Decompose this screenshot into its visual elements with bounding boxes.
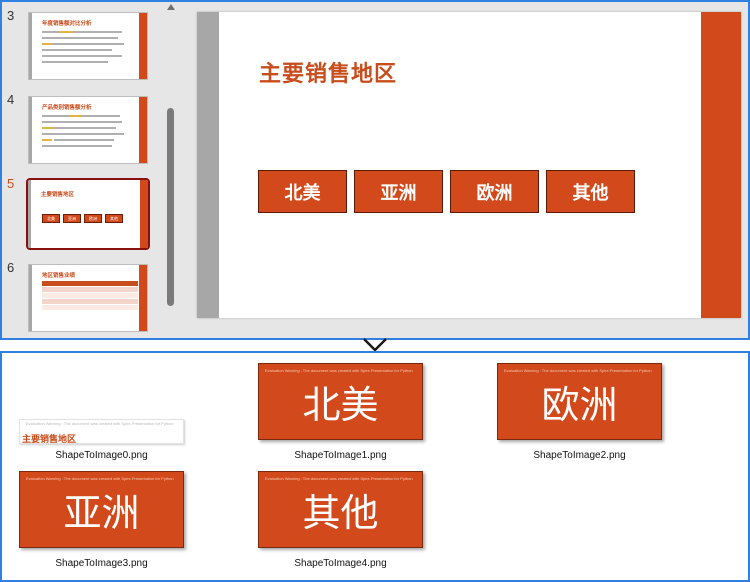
thumb-highlight bbox=[59, 31, 73, 33]
thumb-text-line bbox=[42, 37, 118, 39]
thumb-region-box: 其他 bbox=[105, 214, 123, 223]
thumb-right-bar bbox=[139, 265, 147, 331]
region-box-other[interactable]: 其他 bbox=[546, 170, 635, 213]
slide-number: 5 bbox=[7, 176, 15, 191]
thumb-table bbox=[42, 281, 138, 311]
thumb-title: 地区销售业绩 bbox=[42, 273, 76, 279]
thumb-region-box: 亚洲 bbox=[63, 214, 81, 223]
thumb-text-line bbox=[42, 49, 112, 51]
file-name[interactable]: ShapeToImage4.png bbox=[258, 558, 423, 569]
thumb-text-line bbox=[42, 115, 120, 117]
thumb-text-line bbox=[42, 121, 122, 123]
thumb-region-box: 欧洲 bbox=[84, 214, 102, 223]
thumb-text-line bbox=[42, 133, 124, 135]
file-thumbnail-1[interactable]: Evaluation Warning : The document was cr… bbox=[258, 363, 423, 440]
thumb-left-bar bbox=[29, 97, 32, 163]
file-thumbnail-3[interactable]: Evaluation Warning : The document was cr… bbox=[19, 471, 184, 548]
thumb-table-row bbox=[42, 299, 138, 304]
file-name[interactable]: ShapeToImage2.png bbox=[497, 450, 662, 461]
thumb-left-bar bbox=[29, 13, 32, 79]
watermark-text: Evaluation Warning : The document was cr… bbox=[26, 421, 174, 426]
file-image-text: 北美 bbox=[302, 383, 379, 427]
thumb-title: 产品类别销售额分析 bbox=[42, 105, 92, 111]
output-files-panel: Evaluation Warning : The document was cr… bbox=[0, 351, 750, 582]
thumb-table-header bbox=[42, 281, 138, 286]
thumb-text-line bbox=[54, 139, 114, 141]
file-thumbnail-2[interactable]: Evaluation Warning : The document was cr… bbox=[497, 363, 662, 440]
thumb-highlight bbox=[42, 43, 52, 45]
thumb-title: 主要销售地区 bbox=[41, 192, 75, 198]
file-name[interactable]: ShapeToImage1.png bbox=[258, 450, 423, 461]
file-image-text: 其他 bbox=[302, 491, 379, 535]
thumb-left-bar bbox=[29, 265, 32, 331]
scroll-up-icon[interactable] bbox=[167, 4, 175, 10]
file-thumbnail-0[interactable]: Evaluation Warning : The document was cr… bbox=[19, 419, 184, 444]
slide-thumbnail-5[interactable]: 主要销售地区 北美 亚洲 欧洲 其他 bbox=[26, 178, 150, 250]
file-image-text: 欧洲 bbox=[541, 383, 618, 427]
file-name[interactable]: ShapeToImage3.png bbox=[19, 558, 184, 569]
thumb-right-bar bbox=[139, 97, 147, 163]
slide-number: 3 bbox=[7, 8, 15, 23]
thumb-region-box: 北美 bbox=[42, 214, 60, 223]
slide-thumbnail-3[interactable]: 年度销售额对比分析 bbox=[28, 12, 148, 80]
thumbnail-scrollbar[interactable] bbox=[164, 2, 178, 338]
thumb-text-line bbox=[42, 61, 108, 63]
thumb-text-line bbox=[42, 43, 124, 45]
slide-thumbnail-6[interactable]: 地区销售业绩 bbox=[28, 264, 148, 332]
file-name[interactable]: ShapeToImage0.png bbox=[19, 450, 184, 461]
current-slide[interactable]: 主要销售地区 北美 亚洲 欧洲 其他 bbox=[197, 12, 741, 318]
presentation-editor: 3 年度销售额对比分析 4 产品类别销售额分析 5 主要销售地区 北美 亚洲 欧… bbox=[0, 0, 750, 340]
slide-thumbnail-4[interactable]: 产品类别销售额分析 bbox=[28, 96, 148, 164]
thumb-region-boxes: 北美 亚洲 欧洲 其他 bbox=[42, 214, 123, 223]
scrollbar-thumb[interactable] bbox=[167, 108, 174, 306]
file-thumbnail-4[interactable]: Evaluation Warning : The document was cr… bbox=[258, 471, 423, 548]
slide-thumbnail-panel: 3 年度销售额对比分析 4 产品类别销售额分析 5 主要销售地区 北美 亚洲 欧… bbox=[2, 2, 162, 338]
file-image-text: 亚洲 bbox=[63, 491, 140, 535]
thumb-table-row bbox=[42, 293, 138, 298]
region-box-asia[interactable]: 亚洲 bbox=[354, 170, 443, 213]
thumb-right-bar bbox=[140, 180, 148, 248]
slide-left-bar bbox=[197, 12, 219, 318]
thumb-left-bar bbox=[28, 180, 31, 248]
slide-title[interactable]: 主要销售地区 bbox=[259, 56, 397, 88]
thumb-table-row bbox=[42, 305, 138, 310]
thumb-right-bar bbox=[139, 13, 147, 79]
thumb-text-line bbox=[42, 145, 112, 147]
region-box-europe[interactable]: 欧洲 bbox=[450, 170, 539, 213]
thumb-highlight bbox=[42, 139, 52, 141]
file-image-text: 主要销售地区 bbox=[22, 435, 77, 444]
thumb-highlight bbox=[69, 115, 81, 117]
slide-right-bar bbox=[701, 12, 741, 318]
thumb-text-line bbox=[42, 55, 122, 57]
thumb-title: 年度销售额对比分析 bbox=[42, 21, 92, 27]
region-box-north-america[interactable]: 北美 bbox=[258, 170, 347, 213]
slide-number: 4 bbox=[7, 92, 15, 107]
thumb-table-row bbox=[42, 287, 138, 292]
thumb-text-line bbox=[42, 31, 122, 33]
thumb-highlight bbox=[42, 127, 54, 129]
slide-number: 6 bbox=[7, 260, 15, 275]
